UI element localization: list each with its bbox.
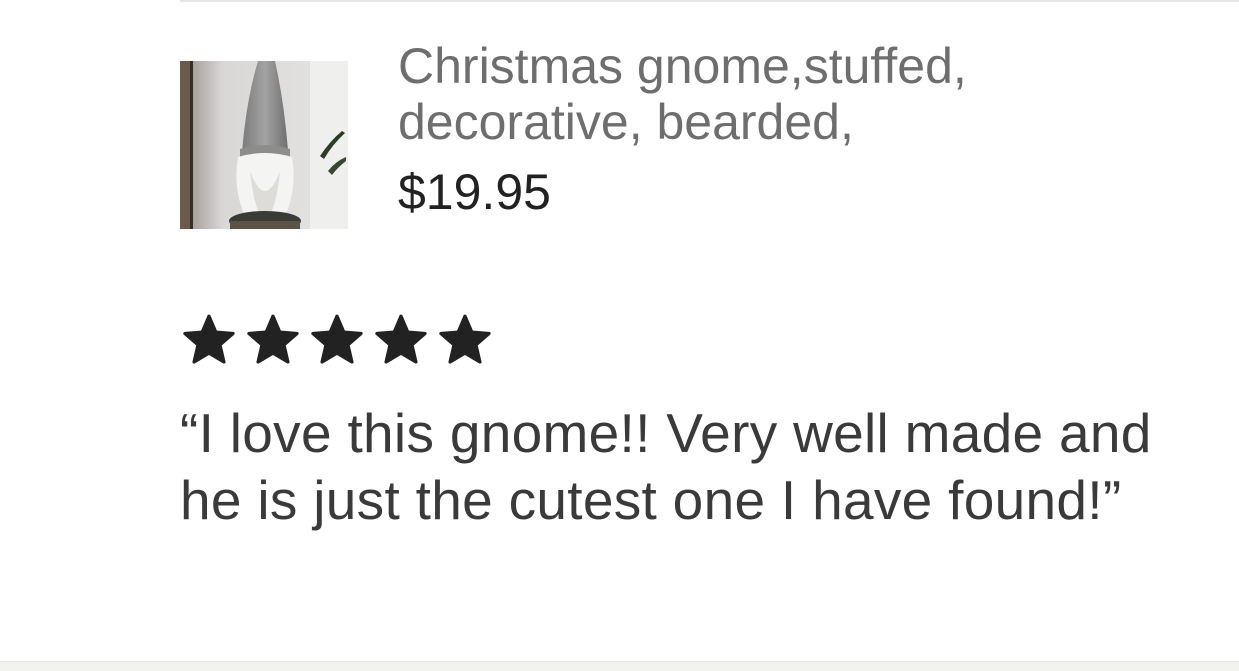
star-icon [247, 314, 299, 364]
bottom-divider [0, 661, 1239, 671]
star-icon [183, 314, 235, 364]
top-divider [180, 0, 1239, 2]
listing-title[interactable]: Christmas gnome,stuffed, decorative, bea… [398, 38, 1178, 150]
review-text: “I love this gnome!! Very well made and … [180, 402, 1152, 531]
listing-info: Christmas gnome,stuffed, decorative, bea… [398, 38, 1178, 220]
listing-card[interactable]: Christmas gnome,stuffed, decorative, bea… [180, 38, 1178, 229]
listing-price: $19.95 [398, 164, 551, 220]
gnome-product-photo[interactable] [180, 61, 348, 229]
star-rating [180, 312, 494, 368]
star-icon [311, 314, 363, 364]
star-icon [375, 314, 427, 364]
star-icon [439, 314, 491, 364]
